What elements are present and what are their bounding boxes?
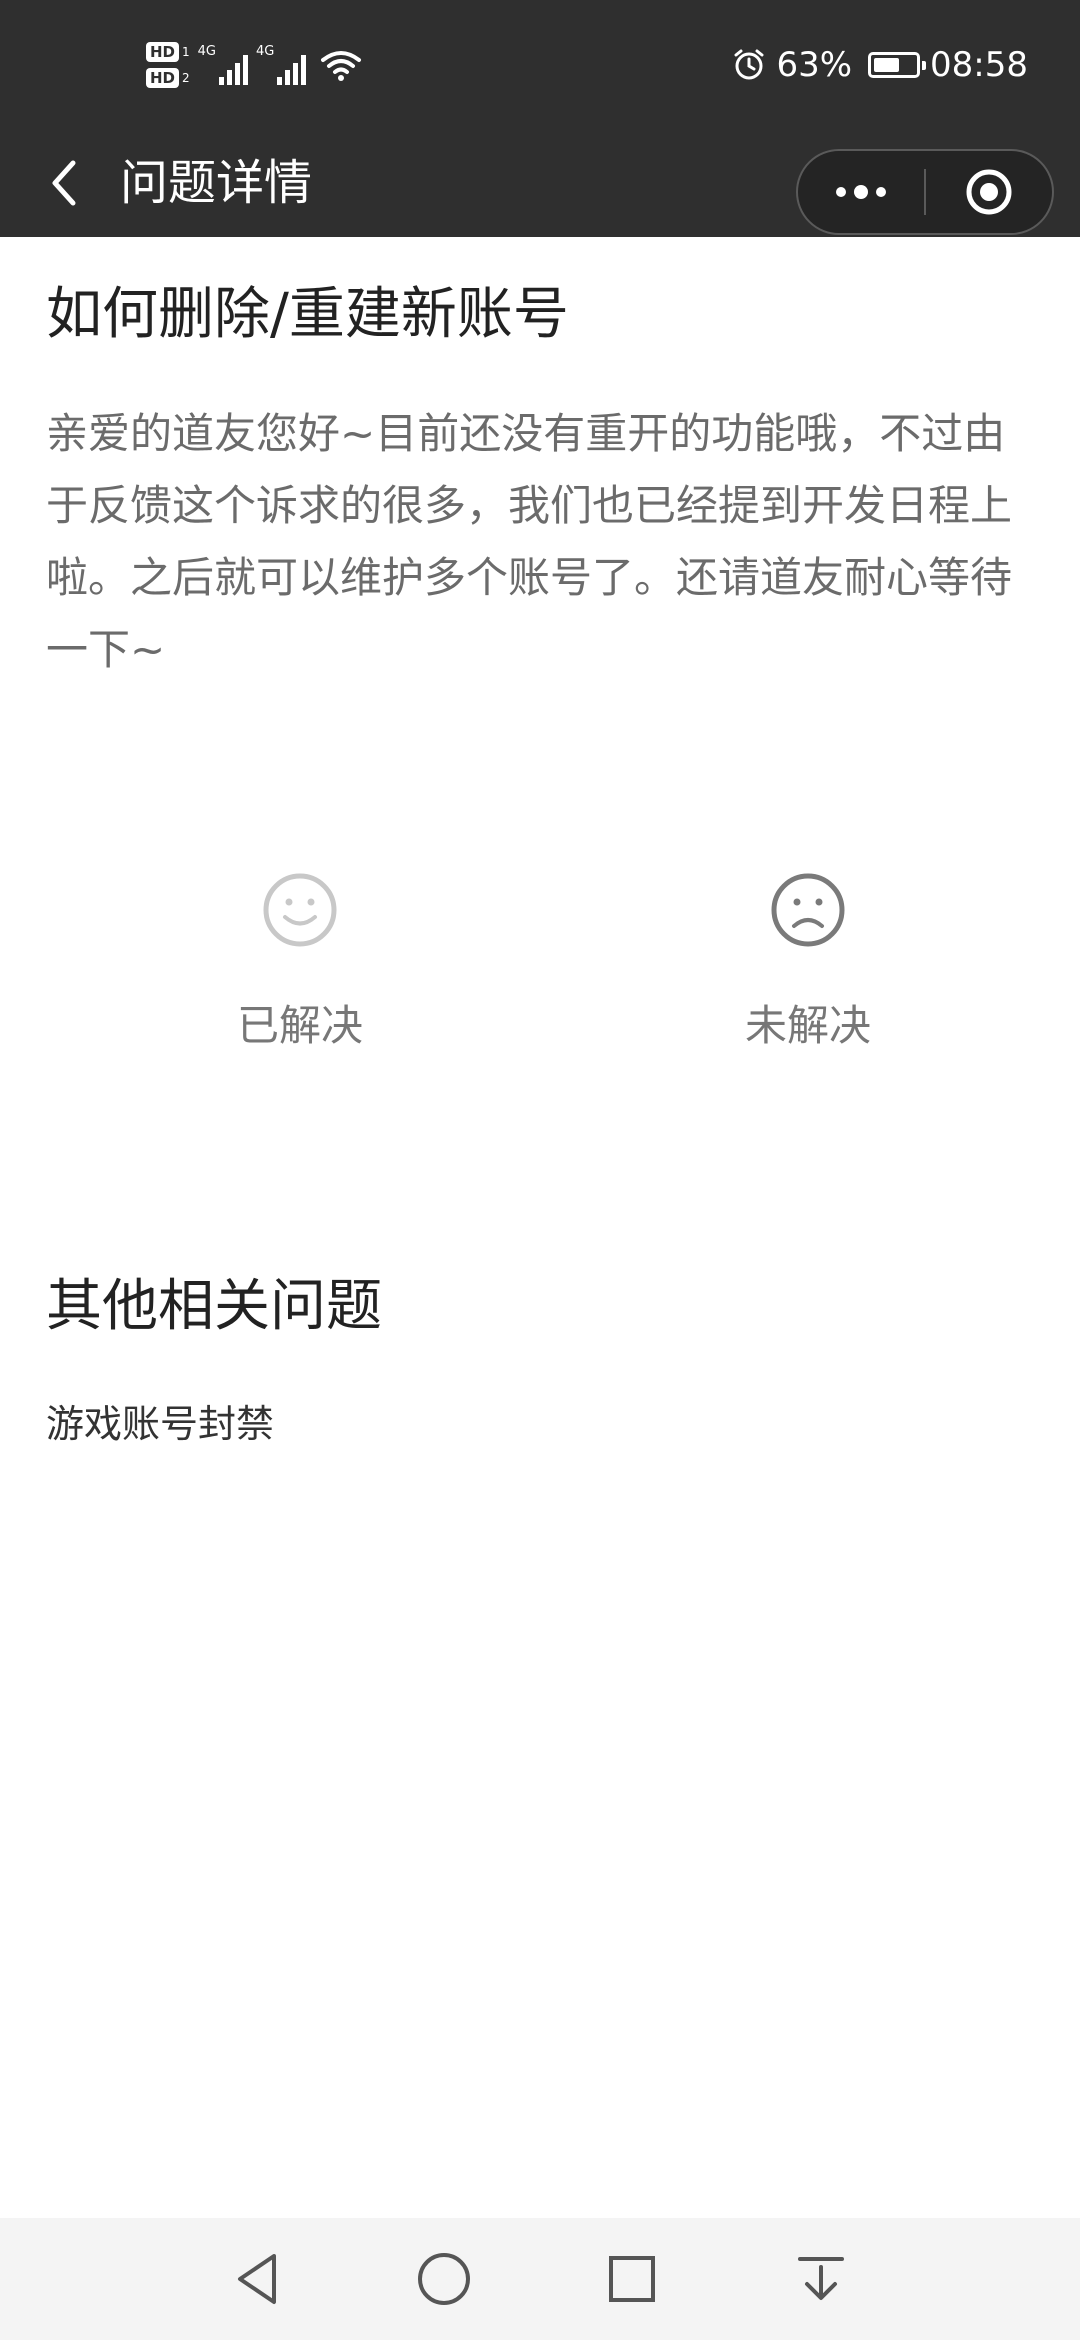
system-nav-bar	[0, 2218, 1080, 2340]
mini-program-capsule	[796, 149, 1054, 235]
signal-icon: 4G	[197, 44, 249, 85]
battery-icon	[868, 52, 927, 78]
home-circle-icon	[418, 2253, 470, 2305]
related-question-link[interactable]: 游戏账号封禁	[46, 1396, 274, 1452]
more-button[interactable]	[798, 151, 924, 233]
page-title: 问题详情	[120, 155, 313, 211]
system-notification-button[interactable]	[786, 2244, 856, 2314]
clock: 08:58	[930, 45, 1028, 85]
back-arrow-icon	[52, 160, 76, 206]
solved-label: 已解决	[236, 1001, 363, 1050]
system-home-button[interactable]	[409, 2244, 479, 2314]
wifi-icon	[320, 48, 362, 82]
solved-button[interactable]: 已解决	[150, 870, 450, 1053]
close-circle-icon	[966, 169, 1012, 215]
battery-percent: 63%	[776, 45, 853, 85]
more-dots-icon	[836, 185, 886, 199]
status-bar: HD 1 HD 2 4G 4G 63% 08:58	[0, 0, 1080, 130]
smiley-face-icon	[263, 873, 337, 947]
status-left: HD 1 HD 2 4G 4G	[146, 28, 362, 102]
question-title: 如何删除/重建新账号	[46, 282, 569, 347]
system-back-button[interactable]	[222, 2244, 292, 2314]
signal-icon: 4G	[256, 44, 307, 85]
hd-label-1: HD	[146, 42, 180, 62]
unsolved-label: 未解决	[744, 1001, 871, 1050]
nav-bar: 问题详情	[0, 130, 1080, 237]
network-type-1: 4G	[197, 44, 217, 59]
system-recents-button[interactable]	[597, 2244, 667, 2314]
recents-square-icon	[609, 2256, 655, 2302]
notification-pull-icon	[798, 2257, 844, 2300]
back-button[interactable]	[30, 148, 100, 218]
hd-label-2: HD	[146, 68, 180, 88]
sim-slot-2: 2	[182, 71, 190, 85]
related-title: 其他相关问题	[46, 1274, 382, 1339]
screen: HD 1 HD 2 4G 4G 63% 08:58 问题详情 如何删除/重建新账…	[0, 0, 1080, 2340]
back-triangle-icon	[238, 2254, 276, 2304]
unsolved-button[interactable]: 未解决	[658, 870, 958, 1053]
hd-icon: HD 1 HD 2	[146, 42, 190, 88]
network-type-2: 4G	[256, 44, 275, 59]
status-right: 63% 08:58	[732, 34, 1028, 96]
answer-text: 亲爱的道友您好~目前还没有重开的功能哦，不过由于反馈这个诉求的很多，我们也已经提…	[46, 409, 1013, 674]
close-button[interactable]	[926, 151, 1052, 233]
sim-slot-1: 1	[182, 45, 190, 59]
alarm-icon	[732, 48, 766, 82]
sad-face-icon	[771, 873, 845, 947]
